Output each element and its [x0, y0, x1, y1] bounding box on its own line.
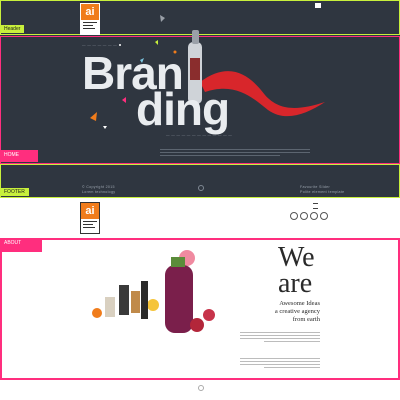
about-tag: ABOUT	[0, 238, 42, 252]
footer-tag: FOOTER	[0, 188, 29, 196]
are-heading: are	[278, 268, 313, 299]
logo-secondary[interactable]: ai	[80, 202, 100, 234]
logo-line	[83, 224, 93, 225]
dot-shape	[119, 44, 121, 46]
product-jar	[105, 297, 115, 317]
about-paragraph-1	[240, 330, 320, 344]
tagline-2: a creative agency	[274, 308, 320, 315]
product-bottle-small	[141, 281, 148, 319]
bottle-leaves	[171, 257, 185, 267]
footer-copyright: © Copyright 2015	[82, 185, 115, 189]
badge-yellow	[147, 299, 159, 311]
orange-fruit	[92, 308, 102, 318]
product-box	[119, 285, 129, 315]
pomegranate	[190, 318, 204, 332]
product-box	[131, 291, 140, 313]
about-paragraph-2	[240, 356, 320, 370]
product-illustration	[92, 250, 215, 333]
home-tag: HOME	[0, 150, 38, 162]
pomegranate	[203, 309, 215, 321]
hero-paragraph	[160, 147, 310, 158]
hero-title-line2: ding	[136, 83, 230, 135]
triangle-shape	[90, 112, 97, 121]
footer-right-line1: Favourite Slider	[300, 185, 330, 189]
bottle-label	[190, 58, 200, 80]
tagline-1: Awesome Ideas	[279, 300, 320, 307]
logo-line	[83, 227, 95, 228]
hero-subtitle: — — — — — — — — — — — — —	[166, 133, 233, 137]
product-bottle	[165, 265, 193, 333]
footer-right-line2: Polite element template	[300, 190, 345, 194]
logo-mark: ai	[81, 203, 99, 219]
bottle-neck	[192, 30, 199, 44]
social-icon[interactable]	[290, 212, 298, 220]
scroll-down-icon[interactable]	[198, 185, 204, 191]
social-icon[interactable]	[310, 212, 318, 220]
footer-company: Lorem technology	[82, 190, 116, 194]
triangle-shape	[160, 15, 165, 22]
menu-icon[interactable]	[313, 203, 318, 209]
social-icon[interactable]	[300, 212, 308, 220]
triangle-shape	[155, 40, 158, 45]
hero-kicker: — — — — — — —	[82, 43, 118, 47]
social-icon[interactable]	[320, 212, 328, 220]
scroll-down-icon[interactable]	[198, 385, 204, 391]
tagline-3: from earth	[292, 316, 320, 323]
triangle-shape	[103, 126, 107, 129]
logo-line	[83, 221, 97, 222]
